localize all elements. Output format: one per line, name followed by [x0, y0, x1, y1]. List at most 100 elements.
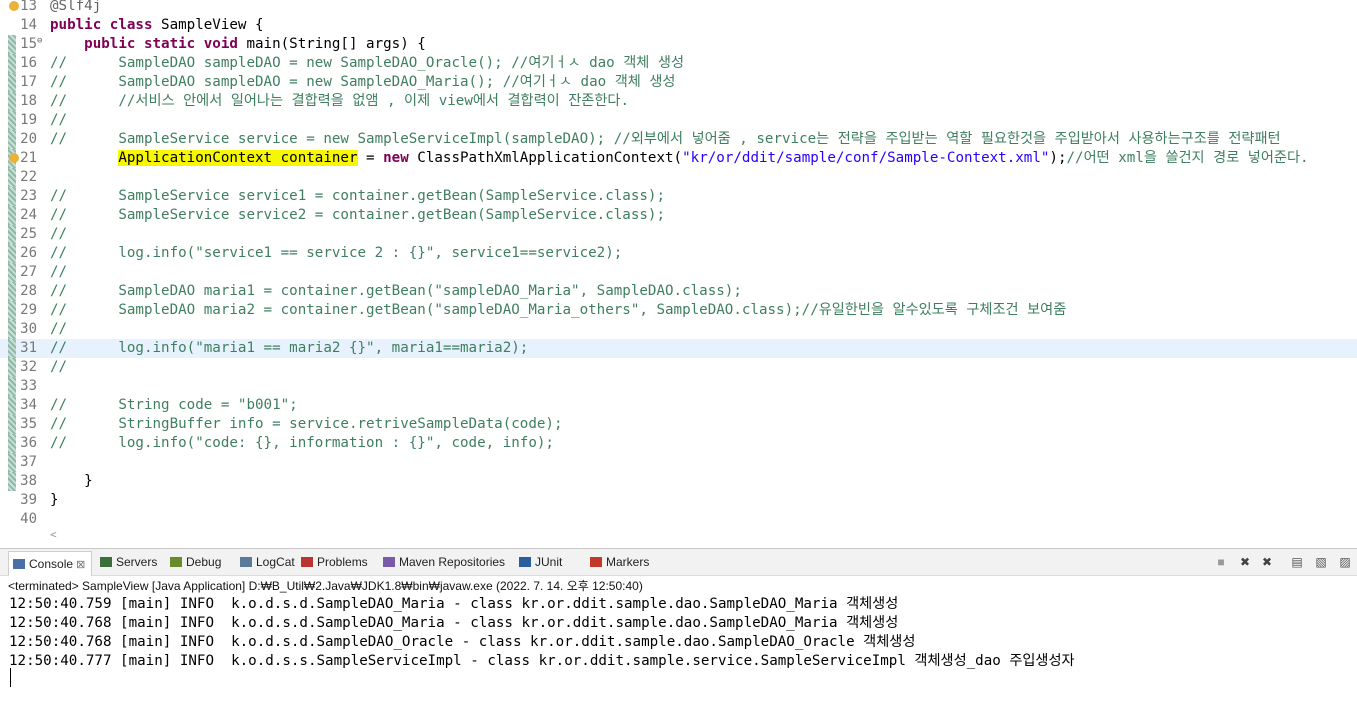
line-number: 21: [20, 150, 37, 166]
tab-label: Servers: [116, 555, 158, 569]
console-line: 12:50:40.768 [main] INFO k.o.d.s.d.Sampl…: [9, 615, 899, 631]
horizontal-scrollbar[interactable]: <: [50, 528, 1350, 542]
line-number: 23: [20, 188, 37, 204]
code-text[interactable]: @Slf4j: [50, 0, 101, 16]
code-text[interactable]: //: [50, 225, 67, 244]
code-line[interactable]: 39}: [0, 491, 1357, 510]
code-line[interactable]: 21 ApplicationContext container = new Cl…: [0, 149, 1357, 168]
scroll-lock-icon[interactable]: ▧: [1314, 555, 1328, 569]
code-line[interactable]: 27 //: [0, 263, 1357, 282]
line-number: 16: [20, 55, 37, 71]
tab-console[interactable]: Console ⊠: [8, 551, 93, 576]
code-line[interactable]: 14 public class SampleView {: [0, 16, 1357, 35]
code-text[interactable]: // SampleService service1 = container.ge…: [50, 187, 665, 206]
code-line[interactable]: 38 }: [0, 472, 1357, 491]
close-icon[interactable]: ⊠: [73, 559, 85, 571]
code-text[interactable]: // SampleDAO maria1 = container.getBean(…: [50, 282, 742, 301]
remove-launch-icon[interactable]: ✖: [1238, 555, 1252, 569]
code-line[interactable]: 32 //: [0, 358, 1357, 377]
line-number: 19: [20, 112, 37, 128]
code-line[interactable]: 35 // StringBuffer info = service.retrive…: [0, 415, 1357, 434]
code-line[interactable]: 15 ⊖ public static void main(String[] arg…: [0, 35, 1357, 54]
code-text[interactable]: // String code = "b001";: [50, 396, 298, 415]
code-line[interactable]: 26 // log.info("service1 == service 2 : {…: [0, 244, 1357, 263]
code-line[interactable]: 20 // SampleService service = new SampleS…: [0, 130, 1357, 149]
code-text[interactable]: public static void main(String[] args) {: [50, 35, 426, 54]
tab-debug[interactable]: Debug: [170, 553, 221, 571]
code-line[interactable]: 33: [0, 377, 1357, 396]
line-number: 18: [20, 93, 37, 109]
clear-console-icon[interactable]: ▤: [1290, 555, 1304, 569]
code-line[interactable]: 30 //: [0, 320, 1357, 339]
code-text[interactable]: // SampleDAO sampleDAO = new SampleDAO_M…: [50, 73, 675, 92]
code-text[interactable]: }: [50, 472, 93, 491]
console-line: 12:50:40.759 [main] INFO k.o.d.s.d.Sampl…: [9, 596, 899, 612]
code-text[interactable]: }: [50, 491, 59, 510]
code-text[interactable]: // SampleService service2 = container.ge…: [50, 206, 665, 225]
line-number: 15: [20, 36, 37, 52]
code-line[interactable]: 18 // //서비스 안에서 일어나는 결합력을 없앰 , 이제 view에서 …: [0, 92, 1357, 111]
remove-all-icon[interactable]: ✖: [1260, 555, 1274, 569]
code-text[interactable]: //: [50, 111, 67, 130]
code-line[interactable]: 34 // String code = "b001";: [0, 396, 1357, 415]
line-number: 37: [20, 454, 37, 470]
line-number: 17: [20, 74, 37, 90]
code-text[interactable]: // log.info("service1 == service 2 : {}"…: [50, 244, 622, 263]
view-tab-bar: Console ⊠ Servers Debug LogCat Problems Maven…: [0, 549, 1357, 576]
code-line[interactable]: 25 //: [0, 225, 1357, 244]
code-line[interactable]: 28 // SampleDAO maria1 = container.getBea…: [0, 282, 1357, 301]
code-line[interactable]: 19 //: [0, 111, 1357, 130]
tab-label: Problems: [317, 555, 368, 569]
code-line[interactable]: 17 // SampleDAO sampleDAO = new SampleDAO…: [0, 73, 1357, 92]
line-number: 36: [20, 435, 37, 451]
code-line[interactable]: 29 // SampleDAO maria2 = container.getBea…: [0, 301, 1357, 320]
code-text[interactable]: // SampleDAO maria2 = container.getBean(…: [50, 301, 1066, 320]
code-line[interactable]: 16 // SampleDAO sampleDAO = new SampleDAO…: [0, 54, 1357, 73]
code-text[interactable]: // log.info("code: {}, information : {}"…: [50, 434, 554, 453]
line-number: 26: [20, 245, 37, 261]
line-number: 25: [20, 226, 37, 242]
code-line[interactable]: 37: [0, 453, 1357, 472]
code-text[interactable]: ApplicationContext container = new Class…: [50, 149, 1309, 168]
scroll-left-arrow-icon[interactable]: <: [50, 528, 57, 541]
tab-label: Console: [29, 557, 74, 571]
tab-junit[interactable]: JUnit: [519, 553, 562, 571]
console-panel: Console ⊠ Servers Debug LogCat Problems Maven…: [0, 548, 1357, 710]
tab-problems[interactable]: Problems: [301, 553, 368, 571]
line-number: 24: [20, 207, 37, 223]
code-text[interactable]: // //서비스 안에서 일어나는 결합력을 없앰 , 이제 view에서 결합…: [50, 92, 629, 111]
code-text[interactable]: //: [50, 358, 67, 377]
line-number: 13: [20, 0, 37, 14]
code-line[interactable]: 24 // SampleService service2 = container.…: [0, 206, 1357, 225]
tab-label: Debug: [186, 555, 222, 569]
code-line[interactable]: 40: [0, 510, 1357, 529]
line-number: 40: [20, 511, 37, 527]
junit-icon: [519, 557, 531, 567]
maven-icon: [383, 557, 395, 567]
code-line[interactable]: 31 // log.info("maria1 == maria2 {}", mar…: [0, 339, 1357, 358]
code-text[interactable]: // log.info("maria1 == maria2 {}", maria…: [50, 339, 528, 358]
tab-label: Markers: [606, 555, 650, 569]
tab-markers[interactable]: Markers: [590, 553, 649, 571]
code-line[interactable]: 23 // SampleService service1 = container.…: [0, 187, 1357, 206]
line-number: 33: [20, 378, 37, 394]
code-text[interactable]: //: [50, 320, 67, 339]
code-text[interactable]: public class SampleView {: [50, 16, 264, 35]
tab-label: Maven Repositories: [399, 555, 506, 569]
code-editor[interactable]: 13 @Slf4j 14 public class SampleView {15 ⊖ p…: [0, 0, 1357, 546]
fold-toggle-icon[interactable]: ⊖: [37, 36, 42, 46]
code-text[interactable]: // SampleService service = new SampleSer…: [50, 130, 1281, 149]
code-line[interactable]: 22: [0, 168, 1357, 187]
terminate-icon[interactable]: ■: [1214, 555, 1228, 569]
code-line[interactable]: 36 // log.info("code: {}, information : {…: [0, 434, 1357, 453]
code-text[interactable]: // SampleDAO sampleDAO = new SampleDAO_O…: [50, 54, 684, 73]
tab-maven-repositories[interactable]: Maven Repositories: [383, 553, 505, 571]
code-line[interactable]: 13 @Slf4j: [0, 0, 1357, 16]
tab-servers[interactable]: Servers: [100, 553, 157, 571]
line-number: 27: [20, 264, 37, 280]
line-number: 22: [20, 169, 37, 185]
tab-logcat[interactable]: LogCat: [240, 553, 295, 571]
word-wrap-icon[interactable]: ▨: [1338, 555, 1352, 569]
code-text[interactable]: // StringBuffer info = service.retriveSa…: [50, 415, 563, 434]
code-text[interactable]: //: [50, 263, 67, 282]
